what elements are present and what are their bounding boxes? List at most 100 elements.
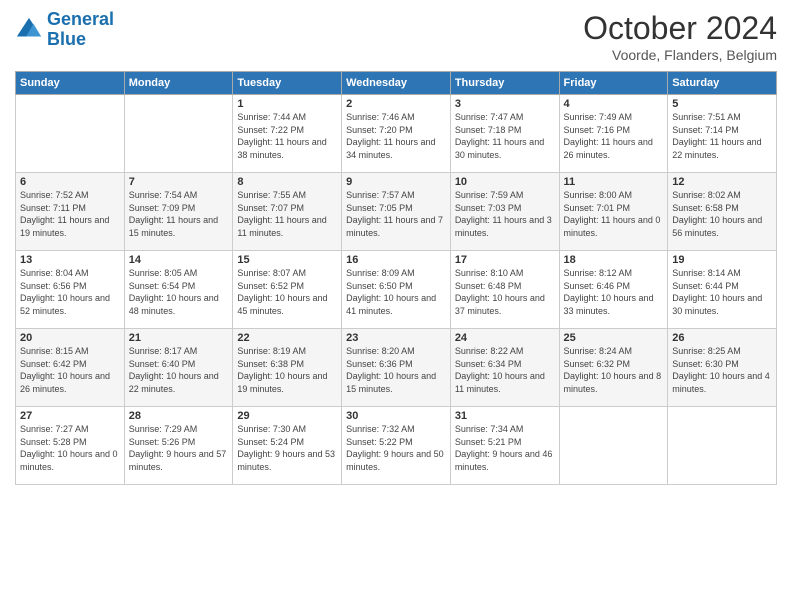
day-cell: 31Sunrise: 7:34 AM Sunset: 5:21 PM Dayli… [450, 407, 559, 485]
day-number: 23 [346, 332, 446, 344]
day-number: 26 [672, 332, 772, 344]
day-number: 8 [237, 176, 337, 188]
logo-text: General Blue [47, 10, 114, 50]
day-cell [16, 95, 125, 173]
day-cell: 9Sunrise: 7:57 AM Sunset: 7:05 PM Daylig… [342, 173, 451, 251]
day-cell: 27Sunrise: 7:27 AM Sunset: 5:28 PM Dayli… [16, 407, 125, 485]
day-number: 22 [237, 332, 337, 344]
day-info: Sunrise: 7:34 AM Sunset: 5:21 PM Dayligh… [455, 423, 555, 473]
day-info: Sunrise: 8:09 AM Sunset: 6:50 PM Dayligh… [346, 267, 446, 317]
day-number: 11 [564, 176, 664, 188]
day-number: 9 [346, 176, 446, 188]
day-number: 4 [564, 98, 664, 110]
day-number: 21 [129, 332, 229, 344]
day-cell: 14Sunrise: 8:05 AM Sunset: 6:54 PM Dayli… [124, 251, 233, 329]
day-number: 10 [455, 176, 555, 188]
day-info: Sunrise: 7:29 AM Sunset: 5:26 PM Dayligh… [129, 423, 229, 473]
day-cell: 23Sunrise: 8:20 AM Sunset: 6:36 PM Dayli… [342, 329, 451, 407]
day-info: Sunrise: 7:54 AM Sunset: 7:09 PM Dayligh… [129, 189, 229, 239]
day-number: 18 [564, 254, 664, 266]
day-cell [559, 407, 668, 485]
day-info: Sunrise: 8:20 AM Sunset: 6:36 PM Dayligh… [346, 345, 446, 395]
day-cell: 15Sunrise: 8:07 AM Sunset: 6:52 PM Dayli… [233, 251, 342, 329]
week-row-2: 13Sunrise: 8:04 AM Sunset: 6:56 PM Dayli… [16, 251, 777, 329]
day-info: Sunrise: 8:15 AM Sunset: 6:42 PM Dayligh… [20, 345, 120, 395]
day-number: 16 [346, 254, 446, 266]
header-row: SundayMondayTuesdayWednesdayThursdayFrid… [16, 72, 777, 95]
day-cell: 8Sunrise: 7:55 AM Sunset: 7:07 PM Daylig… [233, 173, 342, 251]
title-area: October 2024 Voorde, Flanders, Belgium [583, 10, 777, 63]
logo-general: General [47, 9, 114, 29]
day-cell: 5Sunrise: 7:51 AM Sunset: 7:14 PM Daylig… [668, 95, 777, 173]
day-number: 15 [237, 254, 337, 266]
day-number: 1 [237, 98, 337, 110]
day-info: Sunrise: 7:57 AM Sunset: 7:05 PM Dayligh… [346, 189, 446, 239]
day-cell: 17Sunrise: 8:10 AM Sunset: 6:48 PM Dayli… [450, 251, 559, 329]
day-cell: 21Sunrise: 8:17 AM Sunset: 6:40 PM Dayli… [124, 329, 233, 407]
day-info: Sunrise: 8:25 AM Sunset: 6:30 PM Dayligh… [672, 345, 772, 395]
day-info: Sunrise: 8:24 AM Sunset: 6:32 PM Dayligh… [564, 345, 664, 395]
col-header-saturday: Saturday [668, 72, 777, 95]
day-cell: 11Sunrise: 8:00 AM Sunset: 7:01 PM Dayli… [559, 173, 668, 251]
day-info: Sunrise: 7:46 AM Sunset: 7:20 PM Dayligh… [346, 111, 446, 161]
day-info: Sunrise: 7:27 AM Sunset: 5:28 PM Dayligh… [20, 423, 120, 473]
logo-blue: Blue [47, 29, 86, 49]
col-header-friday: Friday [559, 72, 668, 95]
day-number: 31 [455, 410, 555, 422]
day-info: Sunrise: 7:55 AM Sunset: 7:07 PM Dayligh… [237, 189, 337, 239]
day-info: Sunrise: 8:10 AM Sunset: 6:48 PM Dayligh… [455, 267, 555, 317]
day-info: Sunrise: 8:14 AM Sunset: 6:44 PM Dayligh… [672, 267, 772, 317]
day-number: 24 [455, 332, 555, 344]
day-cell: 26Sunrise: 8:25 AM Sunset: 6:30 PM Dayli… [668, 329, 777, 407]
day-cell: 6Sunrise: 7:52 AM Sunset: 7:11 PM Daylig… [16, 173, 125, 251]
month-title: October 2024 [583, 10, 777, 47]
day-info: Sunrise: 7:32 AM Sunset: 5:22 PM Dayligh… [346, 423, 446, 473]
day-info: Sunrise: 8:17 AM Sunset: 6:40 PM Dayligh… [129, 345, 229, 395]
day-info: Sunrise: 8:00 AM Sunset: 7:01 PM Dayligh… [564, 189, 664, 239]
day-info: Sunrise: 7:51 AM Sunset: 7:14 PM Dayligh… [672, 111, 772, 161]
day-cell [124, 95, 233, 173]
week-row-3: 20Sunrise: 8:15 AM Sunset: 6:42 PM Dayli… [16, 329, 777, 407]
day-info: Sunrise: 8:05 AM Sunset: 6:54 PM Dayligh… [129, 267, 229, 317]
day-info: Sunrise: 7:44 AM Sunset: 7:22 PM Dayligh… [237, 111, 337, 161]
day-number: 6 [20, 176, 120, 188]
col-header-tuesday: Tuesday [233, 72, 342, 95]
day-cell: 30Sunrise: 7:32 AM Sunset: 5:22 PM Dayli… [342, 407, 451, 485]
day-number: 13 [20, 254, 120, 266]
day-info: Sunrise: 8:22 AM Sunset: 6:34 PM Dayligh… [455, 345, 555, 395]
day-info: Sunrise: 7:59 AM Sunset: 7:03 PM Dayligh… [455, 189, 555, 239]
col-header-sunday: Sunday [16, 72, 125, 95]
day-number: 2 [346, 98, 446, 110]
day-cell: 12Sunrise: 8:02 AM Sunset: 6:58 PM Dayli… [668, 173, 777, 251]
page: General Blue October 2024 Voorde, Flande… [0, 0, 792, 612]
day-cell: 1Sunrise: 7:44 AM Sunset: 7:22 PM Daylig… [233, 95, 342, 173]
day-cell: 2Sunrise: 7:46 AM Sunset: 7:20 PM Daylig… [342, 95, 451, 173]
day-info: Sunrise: 8:02 AM Sunset: 6:58 PM Dayligh… [672, 189, 772, 239]
day-cell: 20Sunrise: 8:15 AM Sunset: 6:42 PM Dayli… [16, 329, 125, 407]
day-number: 7 [129, 176, 229, 188]
day-info: Sunrise: 7:49 AM Sunset: 7:16 PM Dayligh… [564, 111, 664, 161]
day-number: 27 [20, 410, 120, 422]
day-cell: 4Sunrise: 7:49 AM Sunset: 7:16 PM Daylig… [559, 95, 668, 173]
location: Voorde, Flanders, Belgium [583, 47, 777, 63]
day-info: Sunrise: 7:52 AM Sunset: 7:11 PM Dayligh… [20, 189, 120, 239]
col-header-monday: Monday [124, 72, 233, 95]
col-header-thursday: Thursday [450, 72, 559, 95]
calendar-table: SundayMondayTuesdayWednesdayThursdayFrid… [15, 71, 777, 485]
day-cell: 29Sunrise: 7:30 AM Sunset: 5:24 PM Dayli… [233, 407, 342, 485]
day-number: 12 [672, 176, 772, 188]
week-row-4: 27Sunrise: 7:27 AM Sunset: 5:28 PM Dayli… [16, 407, 777, 485]
day-number: 20 [20, 332, 120, 344]
logo: General Blue [15, 10, 114, 50]
day-cell: 13Sunrise: 8:04 AM Sunset: 6:56 PM Dayli… [16, 251, 125, 329]
day-cell: 28Sunrise: 7:29 AM Sunset: 5:26 PM Dayli… [124, 407, 233, 485]
day-info: Sunrise: 8:04 AM Sunset: 6:56 PM Dayligh… [20, 267, 120, 317]
day-cell: 19Sunrise: 8:14 AM Sunset: 6:44 PM Dayli… [668, 251, 777, 329]
day-cell: 25Sunrise: 8:24 AM Sunset: 6:32 PM Dayli… [559, 329, 668, 407]
day-cell: 16Sunrise: 8:09 AM Sunset: 6:50 PM Dayli… [342, 251, 451, 329]
day-number: 28 [129, 410, 229, 422]
day-number: 3 [455, 98, 555, 110]
day-cell [668, 407, 777, 485]
day-cell: 24Sunrise: 8:22 AM Sunset: 6:34 PM Dayli… [450, 329, 559, 407]
day-number: 30 [346, 410, 446, 422]
